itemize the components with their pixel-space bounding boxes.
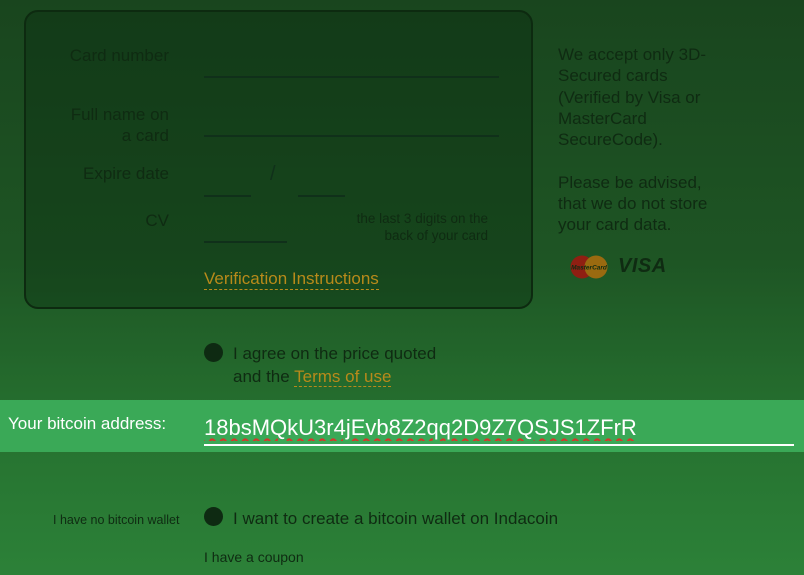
cv-label: CV: [145, 211, 169, 230]
full-name-label-line1: Full name on: [70, 105, 169, 124]
terms-of-use-link[interactable]: Terms of use: [294, 367, 392, 387]
card-number-field[interactable]: [204, 76, 499, 78]
cv-hint-line2: back of your card: [384, 228, 488, 243]
bitcoin-address-input[interactable]: [204, 412, 794, 446]
agree-terms-radio[interactable]: [204, 343, 223, 362]
accept-info-line1: We accept only 3D-: [558, 45, 707, 64]
full-name-label-line2: a card: [121, 126, 169, 145]
create-wallet-label: I want to create a bitcoin wallet on Ind…: [233, 509, 559, 528]
agree-terms-line2: and the Terms of use: [233, 365, 392, 388]
expire-separator: /: [270, 163, 276, 185]
coupon-link[interactable]: I have a coupon: [204, 549, 304, 565]
accept-info-line3: (Verified by Visa or: [558, 88, 701, 107]
agree-terms-prefix: and the: [233, 367, 295, 386]
svg-text:MasterCard: MasterCard: [571, 265, 608, 272]
full-name-field[interactable]: [204, 135, 499, 137]
agree-terms-line1: I agree on the price quoted: [233, 344, 437, 363]
mastercard-logo-icon: MasterCard: [570, 255, 608, 279]
create-wallet-radio[interactable]: [204, 507, 223, 526]
expire-month-field[interactable]: [204, 195, 251, 197]
cv-hint-line1: the last 3 digits on the: [356, 211, 488, 226]
advise-info-line3: your card data.: [558, 215, 672, 234]
cv-field[interactable]: [204, 241, 287, 243]
no-wallet-label: I have no bitcoin wallet: [53, 513, 180, 527]
visa-logo-icon: VISA: [618, 255, 667, 277]
accept-info-line5: SecureCode).: [558, 130, 663, 149]
verification-instructions-link[interactable]: Verification Instructions: [204, 268, 379, 290]
accept-info-line4: MasterCard: [558, 109, 647, 128]
accept-info-line2: Secured cards: [558, 66, 668, 85]
card-number-label: Card number: [69, 46, 169, 65]
expire-year-field[interactable]: [298, 195, 345, 197]
bitcoin-address-label: Your bitcoin address:: [8, 414, 167, 433]
advise-info-line2: that we do not store: [558, 194, 708, 213]
expire-date-label: Expire date: [83, 164, 169, 183]
advise-info-line1: Please be advised,: [558, 173, 702, 192]
